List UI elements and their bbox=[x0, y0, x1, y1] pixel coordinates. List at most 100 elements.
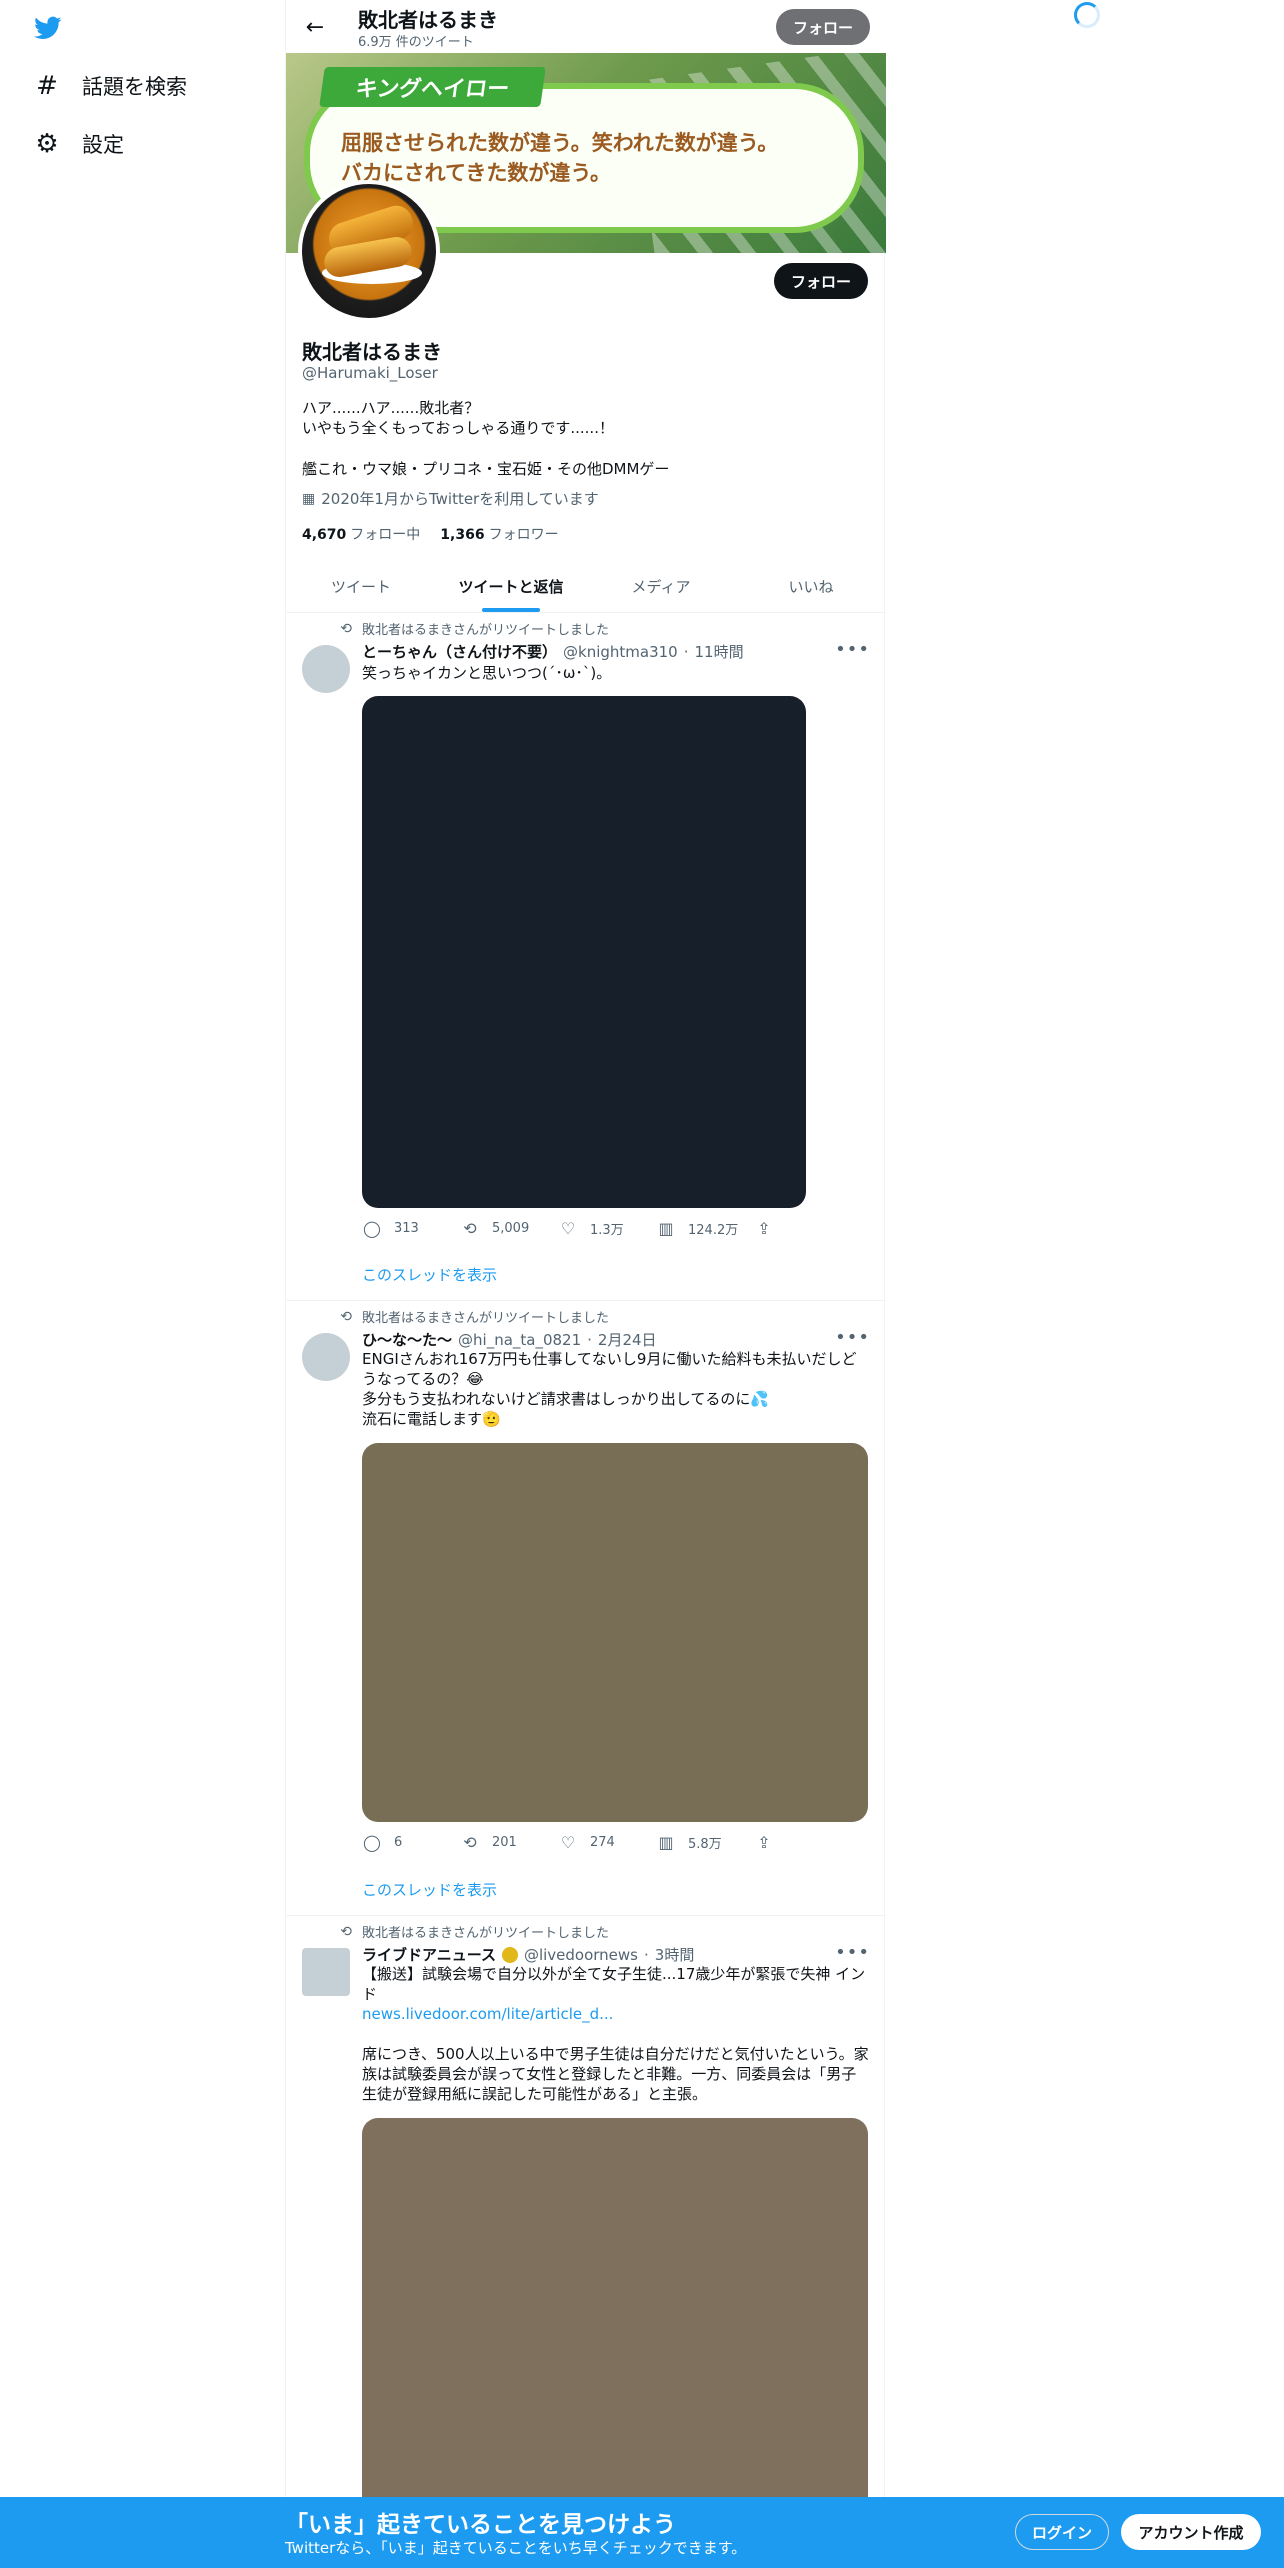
tweet-time[interactable]: 2月24日 bbox=[598, 1329, 657, 1350]
nav-explore-label: 話題を検索 bbox=[82, 75, 187, 99]
tweet-author-handle[interactable]: @knightma310 bbox=[563, 643, 678, 661]
followers-label: フォロワー bbox=[488, 527, 559, 543]
tweet[interactable]: ⟲ 敗北者はるまきさんがリツイートしました ひ〜な〜た〜 @hi_na_ta_0… bbox=[286, 1301, 886, 1916]
tweet-separator: · bbox=[683, 642, 689, 661]
reply-button[interactable]: ◯ 313 bbox=[362, 1219, 460, 1238]
heart-icon: ♡ bbox=[560, 1219, 576, 1238]
profile-handle: @Harumaki_Loser bbox=[302, 364, 438, 382]
following-link[interactable]: 4,670 フォロー中 bbox=[302, 524, 420, 544]
retweet-count: 5,009 bbox=[492, 1221, 530, 1236]
profile-header: ← 敗北者はるまき 6.9万 件のツイート フォロー bbox=[286, 0, 886, 53]
tweet-link[interactable]: news.livedoor.com/lite/article_d... bbox=[362, 2004, 870, 2024]
profile-joined: ▦ 2020年1月からTwitterを利用しています bbox=[302, 488, 599, 509]
show-thread-link[interactable]: このスレッドを表示 bbox=[362, 1264, 497, 1285]
nav-explore[interactable]: # 話題を検索 bbox=[34, 71, 187, 101]
reply-button[interactable]: ◯ 6 bbox=[362, 1833, 460, 1852]
share-button[interactable]: ⇪ bbox=[754, 1833, 852, 1852]
more-options-icon[interactable]: ••• bbox=[835, 1942, 870, 1963]
retweet-icon: ⟲ bbox=[340, 1308, 352, 1325]
heart-icon: ♡ bbox=[560, 1833, 576, 1852]
twitter-logo-icon[interactable] bbox=[32, 14, 64, 42]
reply-icon: ◯ bbox=[363, 1219, 381, 1238]
tweet[interactable]: ⟲ 敗北者はるまきさんがリツイートしました ライブドアニュース @livedoo… bbox=[286, 1916, 886, 2568]
tweet-author-name[interactable]: ひ〜な〜た〜 bbox=[362, 1329, 452, 1350]
tweet-time[interactable]: 3時間 bbox=[655, 1944, 695, 1965]
tweet-author-handle[interactable]: @hi_na_ta_0821 bbox=[458, 1331, 581, 1349]
tweet[interactable]: ⟲ 敗北者はるまきさんがリツイートしました とーちゃん（さん付け不要） @kni… bbox=[286, 613, 886, 1301]
retweet-icon: ⟲ bbox=[340, 1923, 352, 1940]
tweet-time[interactable]: 11時間 bbox=[695, 641, 744, 662]
tab-media[interactable]: メディア bbox=[586, 560, 736, 612]
like-count: 274 bbox=[590, 1835, 615, 1850]
reply-count: 6 bbox=[394, 1835, 403, 1850]
banner-line-1: 屈服させられた数が違う。笑われた数が違う。 bbox=[341, 131, 779, 155]
signup-banner: 「いま」起きていることを見つけよう Twitterなら、「いま」起きていることを… bbox=[0, 2497, 1284, 2568]
tweet-media[interactable] bbox=[362, 1443, 868, 1822]
signup-banner-title: 「いま」起きていることを見つけよう bbox=[285, 2512, 676, 2538]
tweet-avatar[interactable] bbox=[302, 1948, 350, 1996]
login-button[interactable]: ログイン bbox=[1015, 2514, 1109, 2550]
show-thread-link[interactable]: このスレッドを表示 bbox=[362, 1879, 497, 1900]
like-count: 1.3万 bbox=[590, 1223, 624, 1238]
header-follow-button[interactable]: フォロー bbox=[776, 9, 870, 45]
share-button[interactable]: ⇪ bbox=[754, 1219, 852, 1238]
tweet-author-handle[interactable]: @livedoornews bbox=[524, 1946, 638, 1964]
views-button[interactable]: ▥ 124.2万 bbox=[656, 1219, 754, 1238]
reply-count: 313 bbox=[394, 1221, 419, 1236]
retweet-button[interactable]: ⟲ 201 bbox=[460, 1833, 558, 1852]
profile-stats: 4,670 フォロー中 1,366 フォロワー bbox=[302, 524, 559, 544]
create-account-button[interactable]: アカウント作成 bbox=[1121, 2514, 1261, 2550]
tweet-avatar[interactable] bbox=[302, 645, 350, 693]
tweet-header: ライブドアニュース @livedoornews · 3時間 bbox=[362, 1944, 694, 1965]
profile-bio: ハア......ハア......敗北者？ いやもう全くもっておっしゃる通りです.… bbox=[302, 398, 614, 438]
tweet-media[interactable] bbox=[362, 696, 806, 1208]
followers-link[interactable]: 1,366 フォロワー bbox=[440, 524, 558, 544]
tweet-text-line: 多分もう支払われないけど請求書はしっかり出してるのに💦 bbox=[362, 1390, 770, 1408]
header-tweet-count: 6.9万 件のツイート bbox=[358, 35, 474, 50]
tweet-header: ひ〜な〜た〜 @hi_na_ta_0821 · 2月24日 bbox=[362, 1329, 657, 1350]
share-icon: ⇪ bbox=[757, 1219, 771, 1238]
tweet-separator: · bbox=[587, 1330, 592, 1349]
tweet-text: 笑っちゃイカンと思いつつ(´･ω･`)。 bbox=[362, 664, 612, 682]
tweet-avatar[interactable] bbox=[302, 1333, 350, 1381]
banner-tag: キングヘイロー bbox=[319, 67, 547, 107]
more-options-icon[interactable]: ••• bbox=[835, 639, 870, 660]
nav-settings[interactable]: ⚙ 設定 bbox=[34, 129, 124, 159]
tweet-text-line: 流石に電話します🫡 bbox=[362, 1410, 501, 1428]
calendar-icon: ▦ bbox=[302, 490, 316, 507]
view-count: 5.8万 bbox=[688, 1837, 722, 1852]
tweet-author-name[interactable]: ライブドアニュース bbox=[362, 1944, 496, 1965]
tweet-author-name[interactable]: とーちゃん（さん付け不要） bbox=[362, 641, 557, 662]
retweet-button[interactable]: ⟲ 5,009 bbox=[460, 1219, 558, 1238]
tab-tweets-and-replies[interactable]: ツイートと返信 bbox=[436, 560, 586, 612]
like-button[interactable]: ♡ 1.3万 bbox=[558, 1219, 656, 1238]
follow-button[interactable]: フォロー bbox=[774, 263, 868, 299]
more-options-icon[interactable]: ••• bbox=[835, 1327, 870, 1348]
retweet-icon: ⟲ bbox=[463, 1833, 477, 1852]
profile-avatar[interactable] bbox=[298, 180, 440, 322]
tweet-text: 【搬送】試験会場で自分以外が全て女子生徒...17歳少年が緊張で失神 インド n… bbox=[362, 1964, 870, 2104]
tab-tweets[interactable]: ツイート bbox=[286, 560, 436, 612]
tweet-actions: ◯ 313 ⟲ 5,009 ♡ 1.3万 ▥ 124.2万 ⇪ bbox=[362, 1219, 852, 1238]
following-count: 4,670 bbox=[302, 527, 347, 543]
views-button[interactable]: ▥ 5.8万 bbox=[656, 1833, 754, 1852]
bio-line: 艦これ・ウマ娘・プリコネ・宝石姫・その他DMMゲー bbox=[302, 460, 670, 478]
tweet-actions: ◯ 6 ⟲ 201 ♡ 274 ▥ 5.8万 ⇪ bbox=[362, 1833, 852, 1852]
retweet-indicator: ⟲ 敗北者はるまきさんがリツイートしました bbox=[334, 1307, 609, 1327]
view-count: 124.2万 bbox=[688, 1223, 739, 1238]
nav-settings-label: 設定 bbox=[82, 133, 124, 157]
profile-name: 敗北者はるまき bbox=[302, 340, 442, 364]
joined-text: 2020年1月からTwitterを利用しています bbox=[321, 490, 599, 508]
tab-likes[interactable]: いいね bbox=[736, 560, 886, 612]
followers-count: 1,366 bbox=[440, 527, 485, 543]
reply-icon: ◯ bbox=[363, 1833, 381, 1852]
tweet-text-line: ENGIさんおれ167万円も仕事してないし9月に働いた給料も未払いだしどうなって… bbox=[362, 1350, 857, 1388]
back-arrow-icon[interactable]: ← bbox=[300, 12, 330, 42]
hashtag-icon: # bbox=[36, 71, 58, 101]
like-button[interactable]: ♡ 274 bbox=[558, 1833, 656, 1852]
tweet-separator: · bbox=[644, 1945, 649, 1964]
retweeted-by: 敗北者はるまきさんがリツイートしました bbox=[362, 623, 610, 638]
bio-line: いやもう全くもっておっしゃる通りです......！ bbox=[302, 419, 614, 437]
gear-icon: ⚙ bbox=[35, 129, 59, 159]
